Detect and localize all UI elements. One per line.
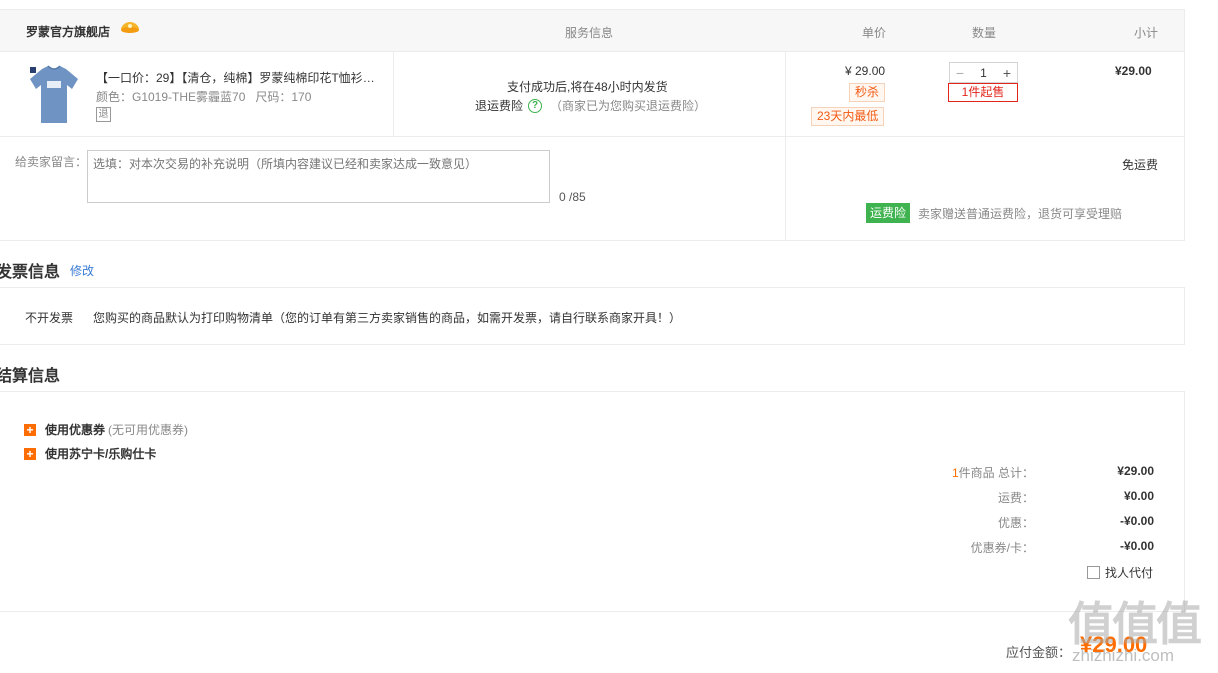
use-card-toggle[interactable]: + 使用苏宁卡/乐购仕卡 (24, 445, 156, 462)
amount-due-label: 应付金额： (1006, 645, 1072, 660)
quantity-stepper: − 1 + (949, 62, 1018, 83)
quantity-value[interactable]: 1 (980, 66, 987, 80)
use-coupon-label: 使用优惠券 (45, 423, 106, 437)
discount-value: -¥0.00 (1119, 514, 1154, 528)
use-coupon-toggle[interactable]: + 使用优惠券 (无可用优惠券) (24, 421, 188, 438)
cart-item-row: 【一口价：29】【清仓，纯棉】罗蒙纯棉印花T恤衫男士短袖 颜色：G1019-TH… (0, 51, 1185, 137)
help-question-icon[interactable]: ? (528, 98, 543, 113)
free-shipping-label: 免运费 (1122, 158, 1159, 172)
summary-total-row: 1件商品 总计： ¥29.00 (854, 464, 1154, 482)
shipping-insurance-badge: 运费险 (866, 203, 911, 223)
settlement-panel: + 使用优惠券 (无可用优惠券) + 使用苏宁卡/乐购仕卡 1件商品 总计： ¥… (0, 391, 1185, 612)
message-char-counter: 0 /85 (559, 190, 586, 204)
seller-message-row: 给卖家留言： 0 /85 免运费 运费险 卖家赠送普通运费险，退货可享受理赔 (0, 51, 1185, 241)
return-insurance-label: 退运费险 (475, 99, 524, 113)
expand-plus-icon: + (24, 447, 36, 460)
divider (785, 51, 786, 241)
decrease-qty-button[interactable]: − (954, 65, 966, 81)
coupon-card-value: -¥0.00 (1119, 539, 1154, 553)
expand-plus-icon: + (24, 423, 36, 436)
shipping-label: 运费： (997, 491, 1034, 505)
invoice-type: 不开发票 (25, 311, 74, 325)
lowest-price-tag: 23天内最低 (811, 107, 885, 126)
watermark-logo: 值值值 (1068, 598, 1202, 650)
return-badge-icon: 退 (96, 107, 111, 122)
unit-price: ¥ 29.00 (845, 64, 886, 78)
settlement-section-title: 结算信息 (0, 368, 61, 385)
summary-coupon-card-row: 优惠券/卡： -¥0.00 (854, 539, 1154, 557)
shipping-value: ¥0.00 (1123, 489, 1154, 503)
discount-label: 优惠： (997, 516, 1034, 530)
store-name[interactable]: 罗蒙官方旗舰店 (26, 23, 110, 40)
shipping-insurance-note: 卖家赠送普通运费险，退货可享受理赔 (918, 207, 1123, 221)
store-badge-icon (121, 22, 139, 33)
product-size: 尺码：170 (255, 90, 312, 104)
use-card-label: 使用苏宁卡/乐购仕卡 (45, 447, 157, 461)
total-label: 件商品 总计： (958, 466, 1034, 480)
return-insurance-note: （商家已为您购买退运费险） (550, 99, 707, 113)
seller-message-input[interactable] (87, 150, 550, 203)
item-subtotal: ¥29.00 (1115, 64, 1152, 78)
proxy-pay-checkbox[interactable]: 找人代付 (1087, 564, 1153, 581)
use-coupon-note: (无可用优惠券) (108, 423, 189, 437)
proxy-pay-label: 找人代付 (1105, 566, 1154, 580)
coupon-card-label: 优惠券/卡： (970, 541, 1034, 555)
min-purchase-tag: 1件起售 (948, 83, 1018, 102)
checkbox-icon[interactable] (1087, 566, 1100, 579)
column-qty: 数量 (972, 26, 997, 40)
cart-header: 罗蒙官方旗舰店 服务信息 单价 数量 小计 (0, 9, 1185, 51)
item-count: 1 (951, 466, 959, 480)
increase-qty-button[interactable]: + (1001, 65, 1013, 81)
product-attributes: 颜色：G1019-THE雾霾蓝70 尺码：170 (96, 88, 311, 105)
flash-sale-tag: 秒杀 (849, 83, 886, 102)
product-color: 颜色：G1019-THE雾霾蓝70 (96, 90, 246, 104)
return-insurance-info: 退运费险 ? （商家已为您购买退运费险） (475, 97, 706, 114)
column-service: 服务信息 (565, 26, 614, 40)
invoice-edit-link[interactable]: 修改 (70, 262, 94, 279)
product-thumbnail[interactable] (26, 61, 82, 127)
invoice-section-title: 发票信息 (0, 264, 61, 281)
seller-message-label: 给卖家留言： (15, 155, 88, 169)
column-price: 单价 (862, 26, 887, 40)
column-subtotal: 小计 (1134, 26, 1159, 40)
divider (393, 52, 394, 136)
total-value: ¥29.00 (1117, 464, 1154, 478)
watermark-domain: zhizhizhi.com (1072, 646, 1175, 665)
shipping-promise: 支付成功后,将在48小时内发货 (507, 80, 668, 94)
invoice-description: 您购买的商品默认为打印购物清单（您的订单有第三方卖家销售的商品，如需开发票，请自… (93, 311, 682, 325)
summary-shipping-row: 运费： ¥0.00 (854, 489, 1154, 507)
invoice-panel: 不开发票 您购买的商品默认为打印购物清单（您的订单有第三方卖家销售的商品，如需开… (0, 287, 1185, 345)
product-title[interactable]: 【一口价：29】【清仓，纯棉】罗蒙纯棉印花T恤衫男士短袖 (96, 69, 386, 86)
summary-discount-row: 优惠： -¥0.00 (854, 514, 1154, 532)
